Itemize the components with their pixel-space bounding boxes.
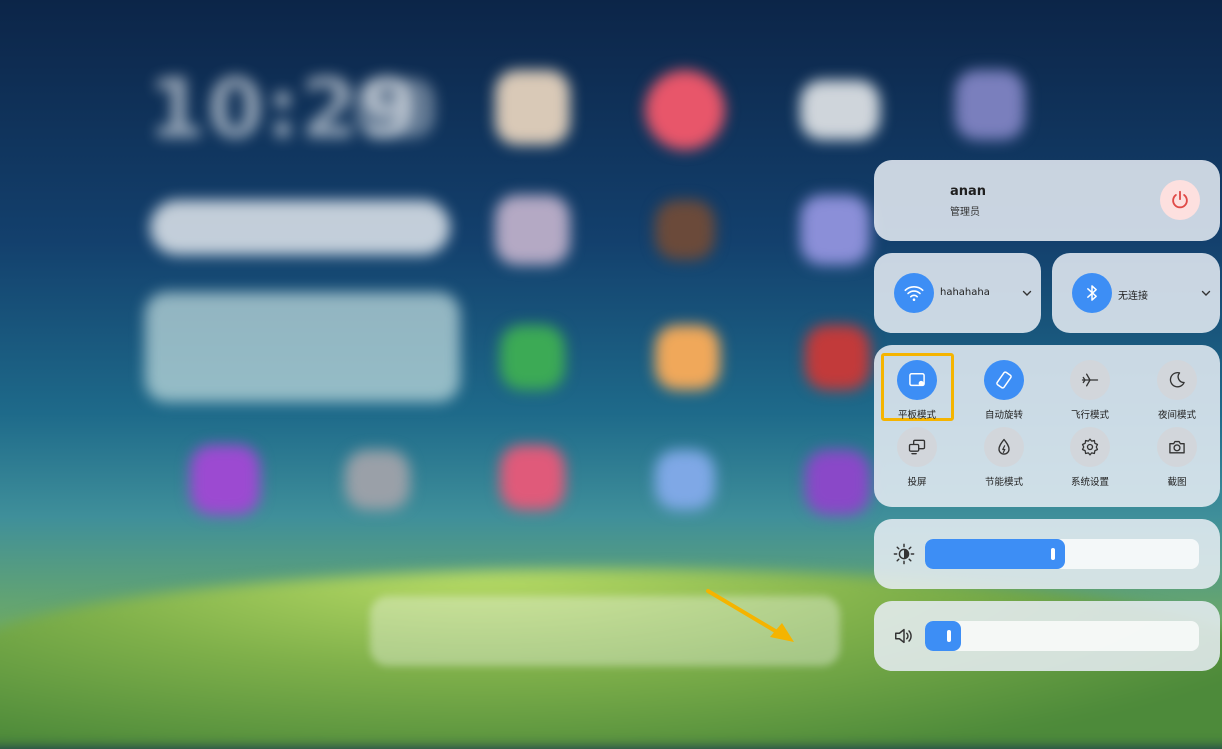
auto-rotate-icon <box>996 371 1012 389</box>
airplane-icon <box>1081 373 1099 387</box>
bluetooth-icon <box>1087 285 1097 301</box>
wifi-toggle[interactable] <box>894 273 934 313</box>
bluetooth-toggle[interactable] <box>1072 273 1112 313</box>
volume-slider-handle[interactable] <box>947 630 951 642</box>
power-icon <box>1172 190 1188 209</box>
toggle-screenshot[interactable]: 截图 <box>1142 427 1212 488</box>
tablet-mode-icon <box>909 373 925 387</box>
toggle-auto-rotate[interactable]: 自动旋转 <box>969 360 1039 421</box>
volume-icon <box>895 628 912 644</box>
bluetooth-chevron-down-icon[interactable] <box>1200 287 1212 299</box>
brightness-icon <box>893 543 915 565</box>
moon-icon <box>1169 371 1185 388</box>
airplane-mode-label: 飞行模式 <box>1070 410 1109 421</box>
power-button[interactable] <box>1160 180 1200 220</box>
quick-toggles: 平板模式 自动旋转 飞行模式 夜间模式 投屏 节能模式 系统设置 截图 <box>874 345 1220 507</box>
toggle-cast[interactable]: 投屏 <box>882 427 952 488</box>
volume-slider-fill <box>925 621 961 651</box>
cast-icon <box>908 439 926 455</box>
volume-card <box>874 601 1220 671</box>
user-card: anan 管理员 <box>874 160 1220 241</box>
screenshot-label: 截图 <box>1167 477 1187 488</box>
system-settings-button[interactable] <box>1070 427 1110 467</box>
cast-label: 投屏 <box>907 477 927 488</box>
toggle-system-settings[interactable]: 系统设置 <box>1055 427 1125 488</box>
toggle-tablet-mode[interactable]: 平板模式 <box>882 360 952 421</box>
power-save-button[interactable] <box>984 427 1024 467</box>
bluetooth-card[interactable]: 无连接 <box>1052 253 1220 333</box>
system-settings-label: 系统设置 <box>1070 477 1109 488</box>
toggle-airplane-mode[interactable]: 飞行模式 <box>1055 360 1125 421</box>
power-save-icon <box>998 438 1010 455</box>
night-mode-button[interactable] <box>1157 360 1197 400</box>
brightness-card <box>874 519 1220 589</box>
camera-icon <box>1169 440 1185 454</box>
user-role: 管理员 <box>950 207 980 218</box>
volume-slider[interactable] <box>925 621 1199 651</box>
wifi-network-label: hahahaha <box>940 287 990 298</box>
wifi-chevron-down-icon[interactable] <box>1021 287 1033 299</box>
wifi-icon <box>904 286 924 301</box>
airplane-mode-button[interactable] <box>1070 360 1110 400</box>
night-mode-label: 夜间模式 <box>1157 410 1196 421</box>
toggle-power-save[interactable]: 节能模式 <box>969 427 1039 488</box>
bluetooth-status-label: 无连接 <box>1118 291 1148 302</box>
brightness-slider-handle[interactable] <box>1051 548 1055 560</box>
tablet-mode-label: 平板模式 <box>897 410 936 421</box>
screenshot-button[interactable] <box>1157 427 1197 467</box>
brightness-slider-fill <box>925 539 1065 569</box>
brightness-slider[interactable] <box>925 539 1199 569</box>
power-save-label: 节能模式 <box>984 477 1023 488</box>
cast-button[interactable] <box>897 427 937 467</box>
gear-icon <box>1081 438 1099 456</box>
user-name: anan <box>950 184 987 199</box>
annotation-arrow <box>706 589 794 642</box>
auto-rotate-button[interactable] <box>984 360 1024 400</box>
auto-rotate-label: 自动旋转 <box>984 410 1023 421</box>
tablet-mode-button[interactable] <box>897 360 937 400</box>
toggle-night-mode[interactable]: 夜间模式 <box>1142 360 1212 421</box>
wifi-card[interactable]: hahahaha <box>874 253 1041 333</box>
